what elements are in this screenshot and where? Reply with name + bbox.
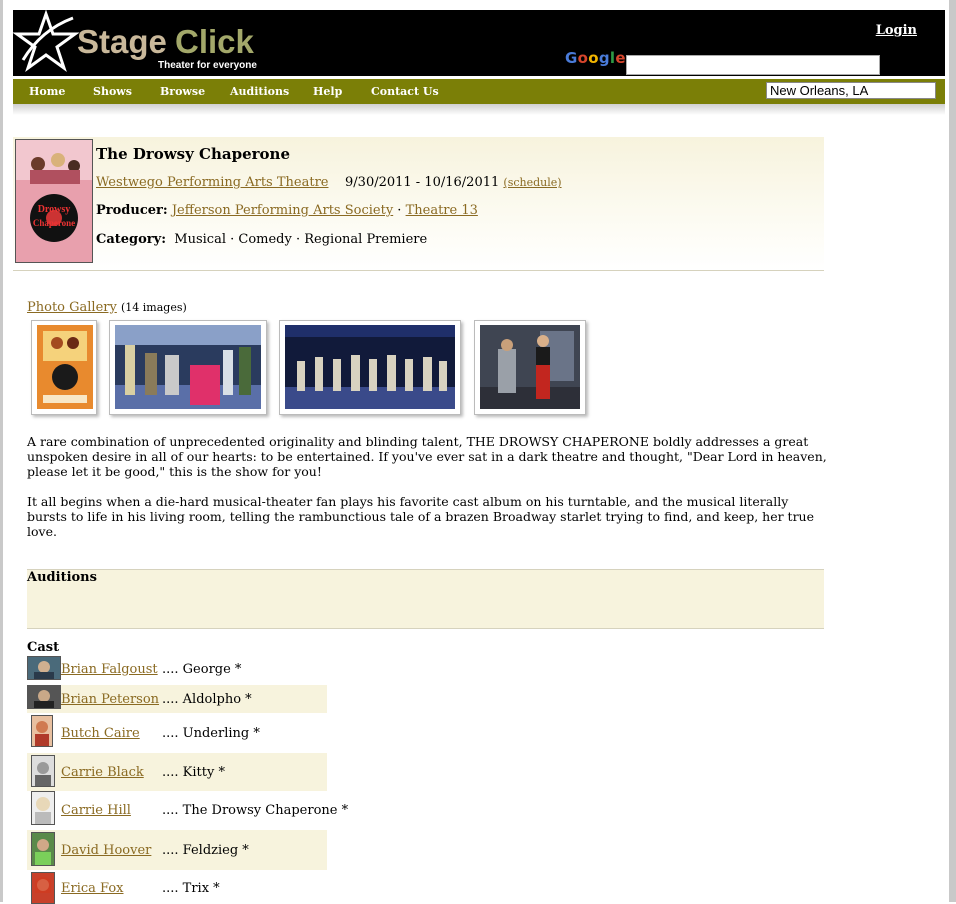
auditions-heading: Auditions xyxy=(27,570,97,585)
cast-name-link[interactable]: Brian Peterson xyxy=(61,692,159,707)
cast-photo[interactable] xyxy=(31,791,55,825)
cast-name-link[interactable]: Carrie Hill xyxy=(61,803,131,818)
cast-row: Erica Fox .... Trix * xyxy=(27,870,327,904)
producer-link[interactable]: Theatre 13 xyxy=(406,203,478,218)
cast-role: .... George * xyxy=(162,662,242,677)
category-list: Musical · Comedy · Regional Premiere xyxy=(174,232,428,247)
photo-gallery-link[interactable]: Photo Gallery xyxy=(27,300,117,315)
cast-role: .... Feldzieg * xyxy=(162,843,249,858)
cast-photo[interactable] xyxy=(31,755,55,787)
cast-photo[interactable] xyxy=(27,656,61,680)
nav-browse[interactable]: Browse xyxy=(160,85,205,98)
nav-auditions[interactable]: Auditions xyxy=(230,85,289,98)
venue-link[interactable]: Westwego Performing Arts Theatre xyxy=(96,175,328,190)
show-poster[interactable]: Drowsy Chaperone xyxy=(15,139,93,263)
svg-text:Click: Click xyxy=(175,23,255,60)
main-nav: Home Shows Browse Auditions Help Contact… xyxy=(13,79,945,115)
show-title: The Drowsy Chaperone xyxy=(96,145,290,163)
gallery-thumbnail[interactable] xyxy=(279,320,461,415)
producer-label: Producer: xyxy=(96,203,168,218)
cast-name-link[interactable]: David Hoover xyxy=(61,843,151,858)
stageclick-logo[interactable]: Stage Click Theater for everyone xyxy=(13,10,273,76)
nav-shows[interactable]: Shows xyxy=(93,85,132,98)
cast-heading: Cast xyxy=(27,640,60,655)
photo-gallery-heading: Photo Gallery (14 images) xyxy=(27,300,187,315)
photo-count: (14 images) xyxy=(120,301,187,314)
category-label: Category: xyxy=(96,232,167,247)
auditions-panel: Auditions xyxy=(27,569,824,629)
cast-name-link[interactable]: Brian Falgoust xyxy=(61,662,158,677)
nav-contact-us[interactable]: Contact Us xyxy=(371,85,439,98)
svg-text:Theater for everyone: Theater for everyone xyxy=(158,60,257,71)
show-description-paragraph: A rare combination of unprecedented orig… xyxy=(27,434,827,479)
category-line: Category: Musical · Comedy · Regional Pr… xyxy=(96,232,427,247)
svg-text:Stage: Stage xyxy=(77,23,167,60)
show-description-paragraph: It all begins when a die-hard musical-th… xyxy=(27,494,814,539)
cast-photo[interactable] xyxy=(31,872,55,904)
cast-photo[interactable] xyxy=(31,715,53,747)
login-link[interactable]: Login xyxy=(876,23,917,38)
cast-role: .... Underling * xyxy=(162,726,260,741)
gallery-thumbnail[interactable] xyxy=(31,320,97,415)
show-dates: 9/30/2011 - 10/16/2011 xyxy=(345,175,500,190)
location-input[interactable] xyxy=(766,82,936,99)
schedule-link[interactable]: (schedule) xyxy=(503,176,561,189)
cast-role: .... Kitty * xyxy=(162,765,225,780)
producer-line: Producer: Jefferson Performing Arts Soci… xyxy=(96,203,478,218)
svg-text:Chaperone: Chaperone xyxy=(33,218,75,228)
cast-role: .... Trix * xyxy=(162,881,220,896)
cast-role: .... Aldolpho * xyxy=(162,692,252,707)
cast-row: Carrie Hill .... The Drowsy Chaperone * xyxy=(27,791,348,830)
show-info-panel: Drowsy Chaperone The Drowsy Chaperone We… xyxy=(13,137,824,271)
cast-row: Brian Falgoust .... George * xyxy=(27,656,327,683)
venue-line: Westwego Performing Arts Theatre 9/30/20… xyxy=(96,175,562,190)
cast-role: .... The Drowsy Chaperone * xyxy=(162,803,349,818)
nav-help[interactable]: Help xyxy=(313,85,342,98)
cast-row: Carrie Black .... Kitty * xyxy=(27,753,327,791)
cast-photo[interactable] xyxy=(27,685,61,709)
cast-photo[interactable] xyxy=(31,832,55,866)
cast-name-link[interactable]: Carrie Black xyxy=(61,765,144,780)
gallery-thumbnail[interactable] xyxy=(474,320,586,415)
google-logo: Google xyxy=(565,49,626,67)
cast-name-link[interactable]: Erica Fox xyxy=(61,881,124,896)
nav-home[interactable]: Home xyxy=(29,85,65,98)
cast-row: David Hoover .... Feldzieg * xyxy=(27,830,327,870)
cast-name-link[interactable]: Butch Caire xyxy=(61,726,140,741)
google-search-input[interactable] xyxy=(626,55,880,75)
producer-link[interactable]: Jefferson Performing Arts Society xyxy=(172,203,393,218)
page-frame: Stage Click Theater for everyone Login G… xyxy=(0,0,956,904)
site-header: Stage Click Theater for everyone Login G… xyxy=(13,10,945,76)
gallery-thumbnail[interactable] xyxy=(109,320,267,415)
svg-text:Drowsy: Drowsy xyxy=(38,204,71,215)
cast-row: Brian Peterson .... Aldolpho * xyxy=(27,685,327,713)
cast-row: Butch Caire .... Underling * xyxy=(27,713,327,753)
